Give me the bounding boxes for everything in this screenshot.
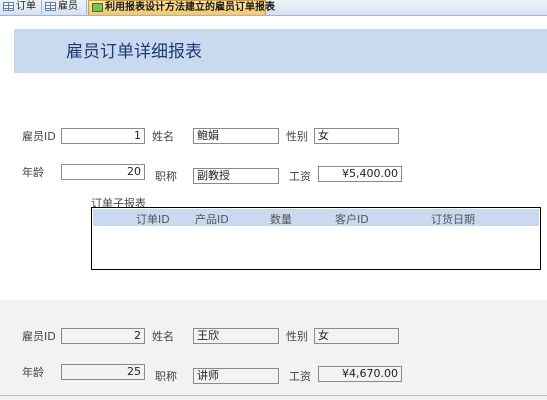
report-header: 雇员订单详细报表 <box>14 29 547 73</box>
age-label: 年龄 <box>22 166 44 179</box>
gender-label: 性别 <box>286 130 308 143</box>
gender-field[interactable]: 女 <box>314 328 399 344</box>
age-label: 年龄 <box>22 366 44 379</box>
tab-orders[interactable]: 订单 <box>0 0 42 14</box>
age-field[interactable]: 25 <box>61 364 145 380</box>
name-field[interactable]: 王欣 <box>193 328 279 344</box>
tab-label: 利用报表设计方法建立的雇员订单报表 <box>105 2 275 13</box>
tab-employees[interactable]: 雇员 <box>42 0 87 14</box>
position-label: 职称 <box>155 370 177 383</box>
column-order-id: 订单ID <box>136 213 170 226</box>
tab-label: 订单 <box>16 1 36 12</box>
position-label: 职称 <box>155 170 177 183</box>
position-field[interactable]: 副教授 <box>193 168 279 184</box>
document-tab-bar: 订单 雇员 利用报表设计方法建立的雇员订单报表 <box>0 0 547 16</box>
column-customer-id: 客户ID <box>335 213 369 226</box>
gender-label: 性别 <box>286 330 308 343</box>
name-label: 姓名 <box>152 130 174 143</box>
employee-record: 雇员ID 1 姓名 鲍娟 性别 女 年龄 20 职称 副教授 工资 ¥5,400… <box>0 100 547 300</box>
age-field[interactable]: 20 <box>61 164 145 180</box>
scroll-edge-divider <box>0 395 547 396</box>
salary-label: 工资 <box>289 170 311 183</box>
employee-id-label: 雇员ID <box>22 130 56 143</box>
gender-field[interactable]: 女 <box>314 128 399 144</box>
orders-subreport[interactable]: 订单ID 产品ID 数量 客户ID 订货日期 <box>91 207 541 270</box>
tab-label: 雇员 <box>58 1 78 12</box>
table-icon <box>3 1 14 11</box>
column-order-date: 订货日期 <box>431 213 475 226</box>
column-product-id: 产品ID <box>195 213 229 226</box>
employee-record: 雇员ID 2 姓名 王欣 性别 女 年龄 25 职称 讲师 工资 ¥4,670.… <box>0 300 547 400</box>
tab-employee-order-report[interactable]: 利用报表设计方法建立的雇员订单报表 <box>88 0 275 15</box>
subreport-header: 订单ID 产品ID 数量 客户ID 订货日期 <box>93 209 539 226</box>
employee-id-label: 雇员ID <box>22 330 56 343</box>
report-title: 雇员订单详细报表 <box>66 42 202 62</box>
column-quantity: 数量 <box>270 213 292 226</box>
position-field[interactable]: 讲师 <box>193 368 279 384</box>
salary-field[interactable]: ¥4,670.00 <box>318 366 402 382</box>
table-icon <box>45 1 56 11</box>
salary-field[interactable]: ¥5,400.00 <box>318 166 402 182</box>
report-icon <box>92 2 103 12</box>
employee-id-field[interactable]: 1 <box>61 128 145 144</box>
name-label: 姓名 <box>152 330 174 343</box>
name-field[interactable]: 鲍娟 <box>193 128 279 144</box>
salary-label: 工资 <box>289 370 311 383</box>
employee-id-field[interactable]: 2 <box>61 328 145 344</box>
